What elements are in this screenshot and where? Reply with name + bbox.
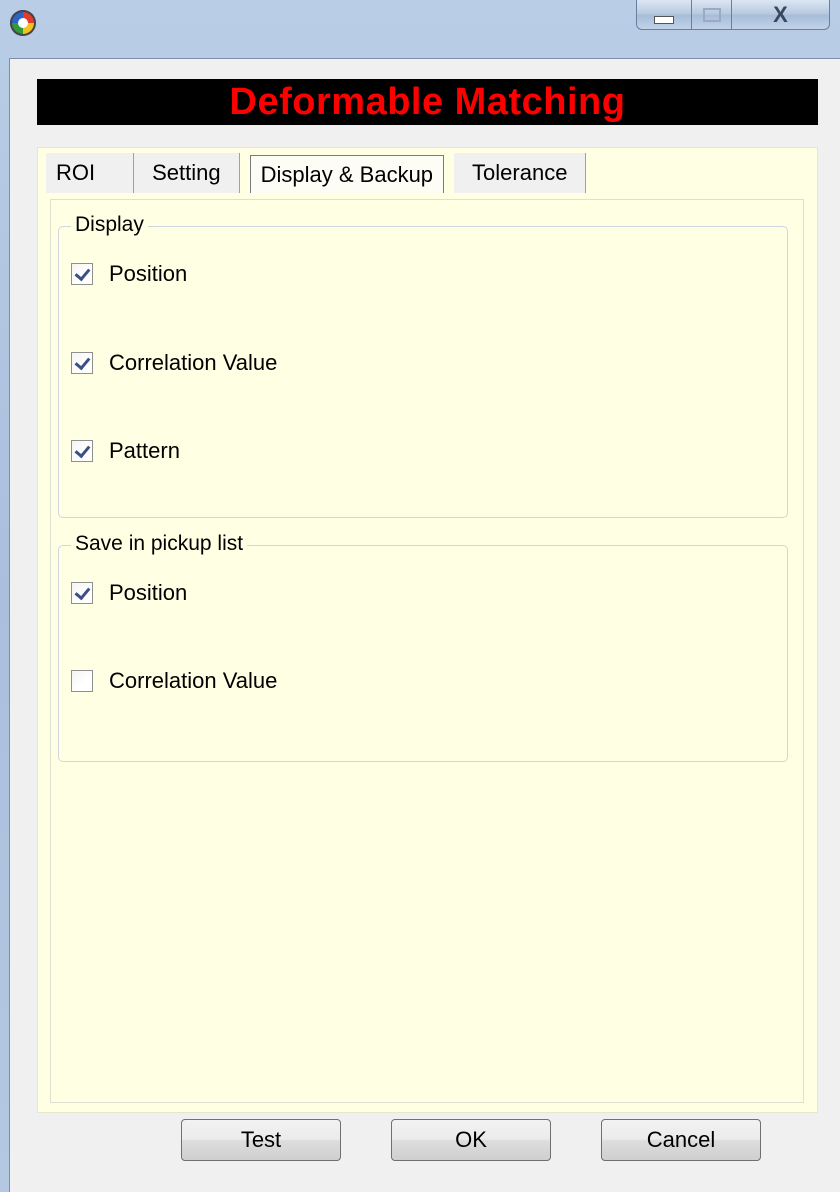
title-bar[interactable]: X [0, 0, 840, 44]
window-controls: X [636, 0, 830, 30]
display-pattern-label: Pattern [109, 438, 180, 463]
display-pattern-checkbox[interactable] [71, 440, 93, 462]
tab-tolerance[interactable]: Tolerance [454, 153, 587, 193]
pickup-correlation-checkbox[interactable] [71, 670, 93, 692]
display-groupbox: Display Position Correlation Value Patte… [58, 213, 788, 518]
pickup-group-title: Save in pickup list [71, 532, 248, 556]
pickup-groupbox: Save in pickup list Position Correlation… [58, 532, 788, 762]
client-area: Deformable Matching ROI Setting Display … [9, 58, 840, 1192]
minimize-icon [654, 15, 674, 24]
pickup-correlation-label: Correlation Value [109, 668, 278, 693]
display-group-title: Display [71, 213, 148, 237]
display-correlation-label: Correlation Value [109, 350, 278, 375]
display-correlation-checkbox-row[interactable]: Correlation Value [71, 350, 277, 376]
app-icon[interactable] [10, 10, 36, 36]
tab-display-backup[interactable]: Display & Backup [249, 155, 445, 193]
close-icon: X [773, 1, 788, 27]
banner-title: Deformable Matching [37, 79, 818, 125]
display-position-checkbox[interactable] [71, 263, 93, 285]
tab-setting[interactable]: Setting [134, 153, 240, 193]
display-pattern-checkbox-row[interactable]: Pattern [71, 438, 180, 464]
tab-page-display-backup: Display Position Correlation Value Patte… [50, 199, 804, 1103]
pickup-position-checkbox[interactable] [71, 582, 93, 604]
pickup-correlation-checkbox-row[interactable]: Correlation Value [71, 668, 277, 694]
pickup-position-label: Position [109, 580, 188, 605]
tab-strip: ROI Setting Display & Backup Tolerance [46, 151, 587, 193]
maximize-button [692, 0, 732, 30]
cancel-button[interactable]: Cancel [601, 1119, 761, 1161]
display-position-label: Position [109, 261, 188, 286]
tab-roi[interactable]: ROI [46, 153, 135, 193]
display-position-checkbox-row[interactable]: Position [71, 261, 187, 287]
dialog-window: X Deformable Matching ROI Setting Displa… [0, 0, 840, 1192]
minimize-button[interactable] [636, 0, 692, 30]
display-correlation-checkbox[interactable] [71, 352, 93, 374]
maximize-icon [702, 7, 721, 22]
ok-button[interactable]: OK [391, 1119, 551, 1161]
pickup-position-checkbox-row[interactable]: Position [71, 580, 187, 606]
close-button[interactable]: X [732, 0, 830, 30]
test-button[interactable]: Test [181, 1119, 341, 1161]
